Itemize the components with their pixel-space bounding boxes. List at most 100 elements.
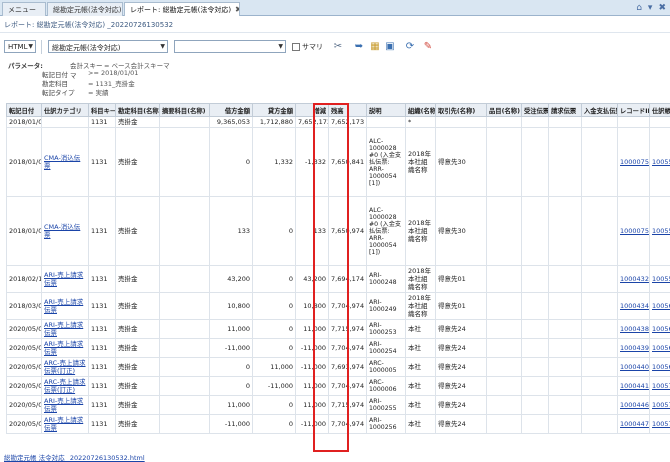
- back-icon[interactable]: ➥: [352, 39, 366, 53]
- close-window-icon[interactable]: ✖: [658, 3, 666, 13]
- cell-debit: 11,000: [209, 395, 253, 415]
- cell-rec[interactable]: 1000440: [617, 357, 650, 377]
- ledger-table: 転記日付 仕訳カテゴリ 科目キー 勘定科目(名称) 摘要科目(名称) 借方金額 …: [6, 103, 670, 434]
- cell-sub: [159, 265, 210, 293]
- cell-rec[interactable]: 1000446: [617, 395, 650, 415]
- cell-credit: 0: [252, 196, 296, 266]
- cell-rec[interactable]: 1000438: [617, 319, 650, 339]
- report-title: レポート: 総勘定元帳(法令対応) _20220726130532: [0, 17, 670, 33]
- column-header[interactable]: 勘定科目(名称): [115, 103, 160, 117]
- summary-checkbox[interactable]: サマリ: [292, 42, 323, 52]
- home-icon[interactable]: ⌂: [636, 3, 642, 13]
- cell-jnl[interactable]: 1005696: [649, 338, 670, 358]
- cell-pay: [581, 196, 618, 266]
- cell-cat[interactable]: ARI-売上請求伝票: [41, 265, 89, 293]
- cell-key: 1131: [88, 292, 116, 320]
- cell-cat[interactable]: ARC-売上請求伝票(訂正): [41, 357, 89, 377]
- tab-menu[interactable]: メニュー: [2, 2, 46, 16]
- column-header[interactable]: 摘要科目(名称): [159, 103, 210, 117]
- cell-jnl[interactable]: 1005593: [649, 265, 670, 293]
- column-header[interactable]: 借方金額: [209, 103, 253, 117]
- cell-debit: 0: [209, 127, 253, 197]
- cell-acct: 売掛金: [115, 357, 160, 377]
- cell-credit: 0: [252, 338, 296, 358]
- table-row: 2018/03/08ARI-売上請求伝票1131売掛金 10,800010,800…: [6, 292, 670, 320]
- column-header[interactable]: 品目(名称): [486, 103, 522, 117]
- cell-cat[interactable]: ARI-売上請求伝票: [41, 319, 89, 339]
- cell-credit: -11,000: [252, 376, 296, 396]
- column-header[interactable]: 取引先(名称): [435, 103, 487, 117]
- cell-cat[interactable]: CMA-消込伝票: [41, 127, 89, 197]
- cell-credit: 0: [252, 265, 296, 293]
- cell-credit: 1,332: [252, 127, 296, 197]
- cell-jnl[interactable]: 1005717: [649, 395, 670, 415]
- cell-cat[interactable]: ARC-売上請求伝票(訂正): [41, 376, 89, 396]
- cell-bp: 得意先30: [435, 127, 487, 197]
- cell-rec[interactable]: 1000075: [617, 127, 650, 197]
- column-header[interactable]: 貸方金額: [252, 103, 296, 117]
- cell-so: [521, 357, 549, 377]
- cell-cat[interactable]: ARI-売上請求伝票: [41, 395, 89, 415]
- cell-desc: ARC-1000005: [366, 357, 406, 377]
- column-header[interactable]: 仕訳帳: [649, 103, 670, 117]
- cell-cat[interactable]: ARI-売上請求伝票: [41, 414, 89, 434]
- column-header[interactable]: 科目キー: [88, 103, 116, 117]
- cell-cat: [41, 116, 89, 128]
- cell-jnl[interactable]: 1005585: [649, 127, 670, 197]
- cell-date: 2020/05/08: [6, 376, 42, 396]
- refresh-icon[interactable]: ⟳: [403, 39, 417, 53]
- column-header[interactable]: 転記日付: [6, 103, 42, 117]
- close-icon[interactable]: ✖: [235, 5, 239, 14]
- column-header[interactable]: レコードID: [617, 103, 650, 117]
- cell-desc: ARI-1000256: [366, 414, 406, 434]
- export-icon[interactable]: ✂: [331, 39, 345, 53]
- cell-jnl[interactable]: 1005693: [649, 319, 670, 339]
- cell-rec[interactable]: 1000432: [617, 265, 650, 293]
- attachment-icon[interactable]: ▣: [383, 39, 397, 53]
- cell-cat[interactable]: CMA-消込伝票: [41, 196, 89, 266]
- column-header[interactable]: 入金支払伝票: [581, 103, 618, 117]
- cell-diff: 11,000: [295, 395, 329, 415]
- tab-general-ledger[interactable]: 総勘定元帳(法令対応)✖: [47, 2, 123, 16]
- cell-debit: -11,000: [209, 414, 253, 434]
- cell-jnl[interactable]: 1005702: [649, 376, 670, 396]
- column-header[interactable]: 説明: [366, 103, 406, 117]
- column-header[interactable]: 増減: [295, 103, 329, 117]
- minimize-icon[interactable]: ▾: [648, 3, 653, 13]
- parameter-key: 勘定科目: [42, 80, 68, 88]
- column-header[interactable]: 請求伝票: [548, 103, 582, 117]
- cell-so: [521, 414, 549, 434]
- cell-rec[interactable]: 1000441: [617, 376, 650, 396]
- cell-rec[interactable]: 1000434: [617, 292, 650, 320]
- cell-jnl[interactable]: 1005670: [649, 292, 670, 320]
- checkbox-box[interactable]: [292, 43, 300, 51]
- cell-prod: [486, 265, 522, 293]
- tab-report[interactable]: レポート: 総勘定元帳(法令対応)✖: [124, 2, 240, 16]
- cell-key: 1131: [88, 357, 116, 377]
- cell-rec[interactable]: 1000439: [617, 338, 650, 358]
- report-select[interactable]: 総勘定元帳(法令対応) ▼: [48, 40, 168, 53]
- format-select[interactable]: HTML ▼: [4, 40, 36, 53]
- cell-jnl[interactable]: 1005720: [649, 414, 670, 434]
- cell-cat[interactable]: ARI-売上請求伝票: [41, 292, 89, 320]
- ledger-table-container[interactable]: 転記日付 仕訳カテゴリ 科目キー 勘定科目(名称) 摘要科目(名称) 借方金額 …: [6, 103, 670, 451]
- search-field[interactable]: ▼: [174, 40, 286, 53]
- cell-jnl[interactable]: 1005699: [649, 357, 670, 377]
- cell-rec[interactable]: 1000075: [617, 196, 650, 266]
- cell-bp: 得意先01: [435, 265, 487, 293]
- column-header[interactable]: 組織(名称): [405, 103, 436, 117]
- cell-cat[interactable]: ARI-売上請求伝票: [41, 338, 89, 358]
- cell-acct: 売掛金: [115, 414, 160, 434]
- column-header[interactable]: 仕訳カテゴリ: [41, 103, 89, 117]
- cell-desc: ARI-1000254: [366, 338, 406, 358]
- cell-bal: 7,704,974: [328, 338, 367, 358]
- archive-icon[interactable]: ▦: [368, 39, 382, 53]
- column-header[interactable]: 受注伝票: [521, 103, 549, 117]
- cell-diff: 133: [295, 196, 329, 266]
- user-icon[interactable]: ✎: [421, 39, 435, 53]
- cell-date: 2020/05/08: [6, 338, 42, 358]
- column-header[interactable]: 残高: [328, 103, 367, 117]
- cell-jnl[interactable]: 1005587: [649, 196, 670, 266]
- footer-link[interactable]: 総勘定元帳 法令対応 _20220726130532.html: [0, 452, 670, 462]
- cell-rec[interactable]: 1000447: [617, 414, 650, 434]
